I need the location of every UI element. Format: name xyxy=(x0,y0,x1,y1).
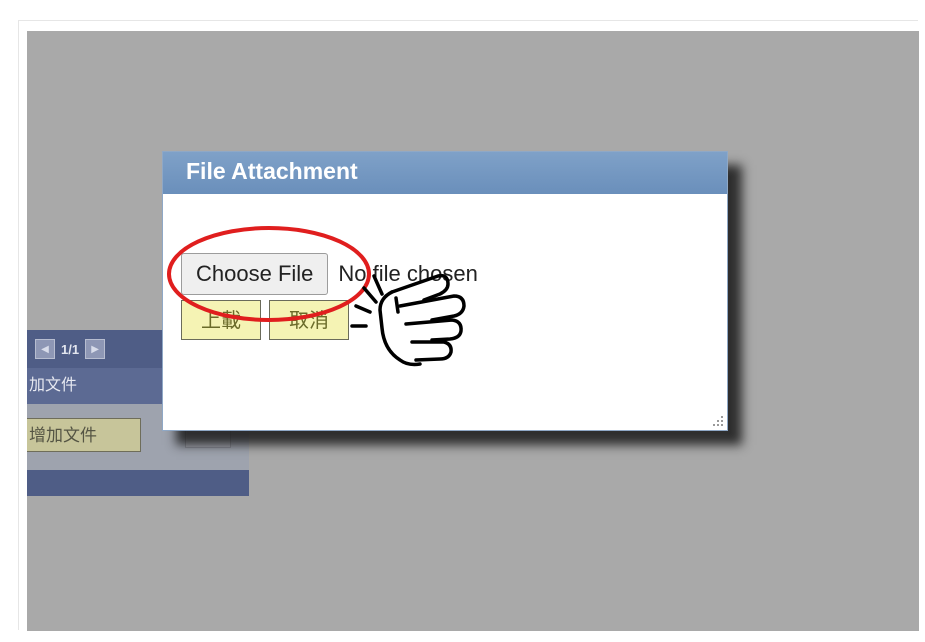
add-file-button[interactable]: 增加文件 xyxy=(27,418,141,452)
frame-border-top xyxy=(18,20,918,21)
background-panel-footer xyxy=(27,470,249,496)
page-indicator: 1/1 xyxy=(61,341,80,357)
resize-grip-icon[interactable] xyxy=(711,414,725,428)
prev-page-icon[interactable]: ◀ xyxy=(35,339,55,359)
next-page-icon[interactable]: ▶ xyxy=(85,339,106,359)
dialog-titlebar[interactable]: File Attachment xyxy=(163,152,727,194)
dialog-title: File Attachment xyxy=(186,158,358,184)
pointing-hand-icon xyxy=(350,273,466,367)
frame-border-left xyxy=(18,20,19,630)
